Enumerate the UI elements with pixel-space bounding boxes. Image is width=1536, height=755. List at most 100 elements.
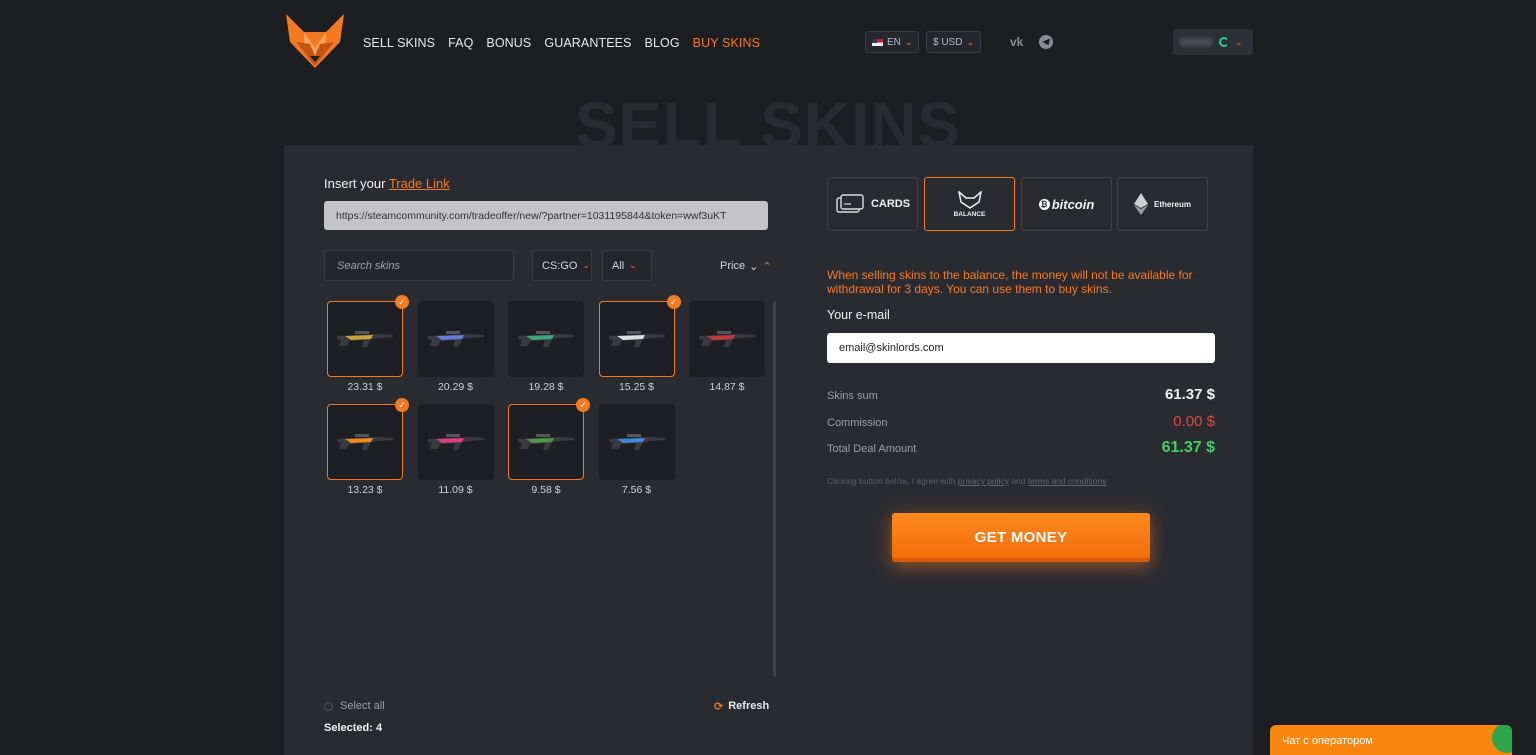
sell-panel: Insert your Trade Link CS:GO ⌄ All ⌄ Pri…: [284, 145, 1253, 755]
refresh-button[interactable]: ⟳ Refresh: [714, 700, 769, 713]
ethereum-icon: [1134, 193, 1149, 215]
privacy-policy-link[interactable]: privacy policy: [958, 476, 1009, 486]
skin-thumbnail[interactable]: [417, 301, 494, 377]
skin-item[interactable]: 14.87 $: [689, 301, 765, 393]
payment-ethereum[interactable]: Ethereum: [1117, 177, 1208, 231]
moon-icon: [1219, 37, 1229, 47]
balance-notice: When selling skins to the balance, the m…: [827, 268, 1193, 296]
rifle-icon: [337, 331, 393, 347]
skin-price: 11.09 $: [438, 484, 473, 496]
payment-bitcoin[interactable]: ₿ bitcoin: [1021, 177, 1112, 231]
terms-link[interactable]: terms and conditions: [1028, 476, 1106, 486]
skin-item[interactable]: ✓ 15.25 $: [598, 295, 681, 393]
bitcoin-label: bitcoin: [1051, 196, 1095, 212]
skin-thumbnail[interactable]: ✓: [327, 398, 409, 480]
check-icon: ✓: [395, 398, 409, 412]
rifle-icon: [699, 331, 755, 347]
commission-row: Commission 0.00 $: [827, 413, 1215, 430]
skin-thumbnail[interactable]: ✓: [327, 295, 409, 377]
chevron-down-icon: ⌄: [1235, 36, 1243, 47]
skin-thumbnail[interactable]: [508, 301, 584, 377]
agreement-text: Clicking button below, I agree with priv…: [827, 476, 1106, 486]
commission-value: 0.00 $: [1173, 413, 1215, 430]
skin-thumbnail[interactable]: [689, 301, 765, 377]
skin-price: 23.31 $: [347, 381, 383, 393]
selected-count: Selected: 4: [324, 722, 383, 734]
skin-item[interactable]: ✓ 23.31 $: [327, 295, 409, 393]
agree-and: and: [1011, 476, 1026, 486]
operator-chat-button[interactable]: Чат с оператором: [1270, 725, 1512, 755]
payment-balance[interactable]: BALANCE: [924, 177, 1015, 231]
currency-value: $ USD: [933, 36, 963, 48]
language-select[interactable]: EN ⌄: [865, 31, 920, 53]
chat-leaf-icon: [1492, 725, 1512, 753]
skin-price: 15.25 $: [618, 381, 655, 393]
skin-item[interactable]: 11.09 $: [417, 404, 494, 496]
skin-price: 9.58 $: [531, 484, 561, 496]
skin-thumbnail[interactable]: [417, 404, 494, 480]
nav-guarantees[interactable]: GUARANTEES: [544, 36, 631, 50]
skin-price: 13.23 $: [347, 484, 383, 496]
skin-item[interactable]: 20.29 $: [417, 301, 494, 393]
trade-link-input[interactable]: [324, 201, 768, 230]
skin-thumbnail[interactable]: ✓: [598, 295, 681, 377]
select-all-radio[interactable]: [324, 701, 333, 711]
check-icon: ✓: [395, 295, 409, 309]
total-value: 61.37 $: [1161, 439, 1215, 456]
trade-link-help[interactable]: Trade Link: [389, 176, 450, 191]
payment-cards[interactable]: CARDS: [827, 177, 918, 231]
refresh-label: Refresh: [728, 700, 770, 712]
trade-label-text: Insert your: [324, 176, 386, 191]
language-value: EN: [887, 36, 901, 48]
skin-thumbnail[interactable]: ✓: [508, 398, 590, 480]
price-sort[interactable]: Price ⌄ ⌃: [720, 260, 772, 273]
game-value: CS:GO: [542, 259, 578, 272]
skin-item[interactable]: ✓ 13.23 $: [327, 398, 409, 496]
check-icon: ✓: [666, 295, 681, 309]
skin-price: 7.56 $: [621, 484, 652, 496]
cards-icon: [836, 194, 864, 213]
chevron-down-icon: ⌄: [749, 261, 759, 273]
nav-blog[interactable]: BLOG: [645, 36, 680, 50]
commission-label: Commission: [827, 417, 888, 429]
skin-thumbnail[interactable]: [598, 404, 675, 480]
skins-sum-row: Skins sum 61.37 $: [827, 386, 1215, 403]
rifle-icon: [518, 331, 574, 347]
chevron-down-icon: ⌄: [629, 260, 637, 270]
vk-icon[interactable]: vk: [1010, 35, 1023, 49]
currency-select[interactable]: $ USD ⌄: [926, 31, 981, 53]
search-skins-input[interactable]: [324, 250, 514, 281]
chevron-down-icon: ⌄: [966, 36, 974, 47]
nav-faq[interactable]: FAQ: [448, 36, 473, 50]
user-balance-menu[interactable]: ⌄: [1173, 29, 1253, 55]
sort-label: Price: [720, 260, 746, 272]
skins-scrollbar[interactable]: [773, 301, 776, 677]
skin-item[interactable]: ✓ 9.58 $: [508, 398, 590, 496]
rifle-icon: [337, 434, 393, 450]
select-all-toggle[interactable]: Select all: [324, 700, 385, 712]
get-money-button[interactable]: GET MONEY: [892, 513, 1150, 562]
type-select[interactable]: All ⌄: [602, 250, 652, 281]
nav-buy-skins[interactable]: BUY SKINS: [693, 36, 760, 50]
select-all-label: Select all: [340, 700, 385, 712]
check-icon: ✓: [576, 398, 590, 412]
email-input[interactable]: [827, 333, 1215, 363]
fox-balance-icon: [957, 190, 982, 209]
nav-sell-skins[interactable]: SELL SKINS: [363, 36, 435, 50]
email-label: Your e-mail: [827, 308, 890, 322]
skin-item[interactable]: 19.28 $: [508, 301, 584, 393]
fox-logo[interactable]: [284, 12, 346, 70]
rifle-icon: [518, 434, 574, 450]
nav-bonus[interactable]: BONUS: [486, 36, 531, 50]
skin-price: 20.29 $: [437, 381, 474, 393]
game-select[interactable]: CS:GO ⌄: [532, 250, 592, 281]
header: SELL SKINS FAQ BONUS GUARANTEES BLOG BUY…: [0, 0, 1536, 80]
bitcoin-icon: ₿: [1038, 198, 1050, 210]
main-nav: SELL SKINS FAQ BONUS GUARANTEES BLOG BUY…: [363, 36, 760, 50]
skin-item[interactable]: 7.56 $: [598, 404, 675, 496]
telegram-icon[interactable]: [1039, 35, 1053, 49]
chevron-down-icon: ⌄: [582, 260, 590, 270]
chat-label: Чат с оператором: [1282, 735, 1373, 747]
cards-label: CARDS: [870, 198, 911, 210]
total-label: Total Deal Amount: [827, 443, 917, 455]
